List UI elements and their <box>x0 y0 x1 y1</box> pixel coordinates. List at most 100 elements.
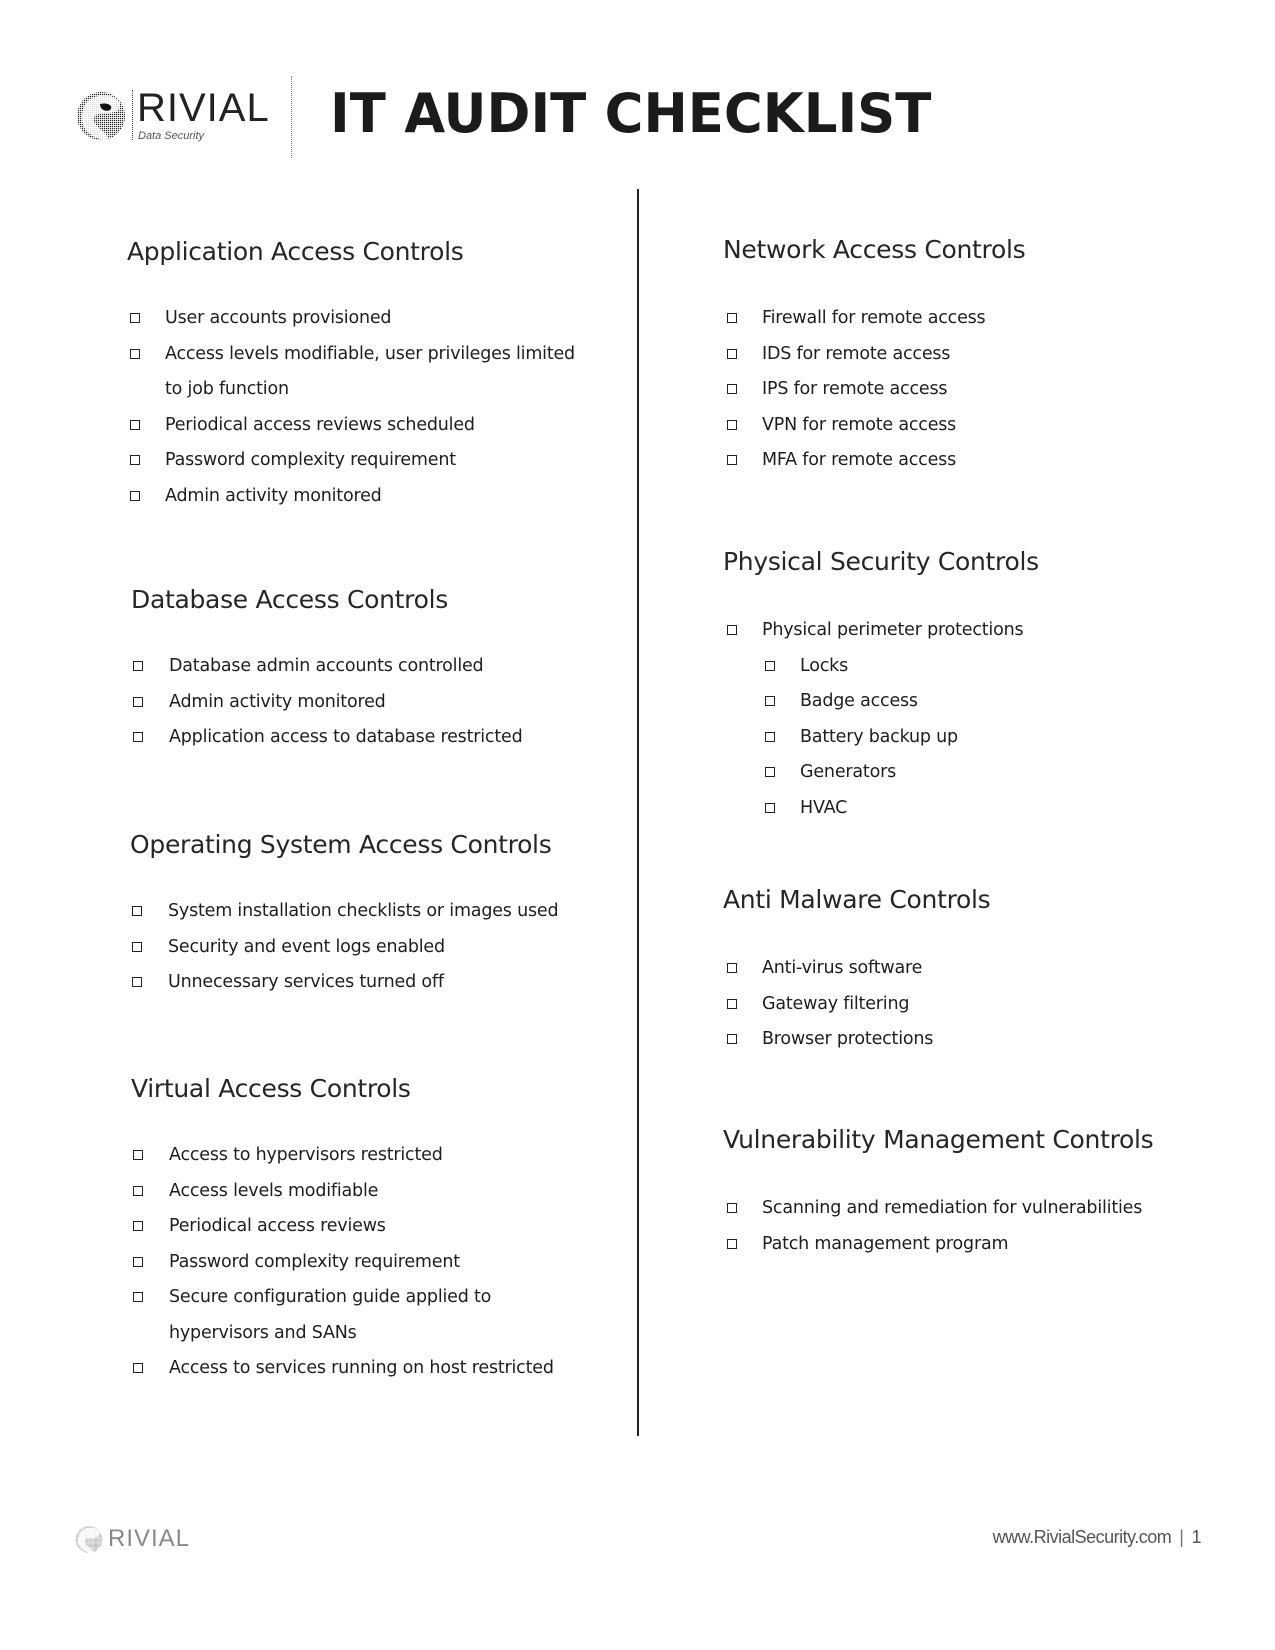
checkbox[interactable] <box>765 802 775 813</box>
checkbox[interactable] <box>727 1203 737 1213</box>
checklist-item-label: IPS for remote access <box>762 379 948 399</box>
checkbox[interactable] <box>765 731 775 742</box>
checkbox[interactable] <box>727 455 737 465</box>
checklist-item-label: Badge access <box>800 691 918 711</box>
section-heading: Application Access Controls <box>127 237 464 266</box>
checkbox[interactable] <box>130 348 140 359</box>
checkbox[interactable] <box>727 313 737 323</box>
section-heading: Virtual Access Controls <box>131 1074 411 1103</box>
checkbox[interactable] <box>727 1238 737 1249</box>
checkbox[interactable] <box>727 625 737 635</box>
checkbox[interactable] <box>727 419 737 430</box>
checklist-item-label: Password complexity requirement <box>169 1251 460 1272</box>
checklist-item-label: Patch management program <box>762 1233 1009 1254</box>
globe-swirl-icon <box>75 1526 103 1553</box>
logo-tagline: Data Security <box>138 130 205 142</box>
checkbox[interactable] <box>133 732 143 742</box>
section-application-access-controls: Application Access Controls User accounts… <box>127 237 587 514</box>
checklist-item: Gateway filtering <box>723 987 1203 1023</box>
checkbox[interactable] <box>133 1185 143 1196</box>
section-physical-security-controls: Physical Security Controls Physical perim… <box>723 547 1203 826</box>
section-heading: Physical Security Controls <box>723 547 1039 576</box>
checkbox[interactable] <box>130 455 140 465</box>
checklist-item-label: MFA for remote access <box>762 450 957 470</box>
section-heading: Vulnerability Management Controls <box>723 1125 1154 1154</box>
section-database-access-controls: Database Access Controls Database admin a… <box>131 585 591 756</box>
checklist-item-label: IDS for remote access <box>762 343 951 364</box>
checklist-item: Locks <box>723 649 1203 685</box>
checklist-item-label: Secure configuration guide applied to hy… <box>169 1287 492 1343</box>
checkbox[interactable] <box>132 906 142 916</box>
checklist-item: Generators <box>723 755 1203 791</box>
checkbox[interactable] <box>133 1150 143 1160</box>
checkbox[interactable] <box>130 490 140 501</box>
footer-separator: | <box>1179 1527 1184 1547</box>
checkbox[interactable] <box>133 661 143 671</box>
checklist-item: Password complexity requirement <box>127 443 587 479</box>
section-anti-malware-controls: Anti Malware Controls Anti-virus software… <box>723 885 1203 1058</box>
page-number: 1 <box>1191 1527 1201 1547</box>
checkbox[interactable] <box>727 998 737 1009</box>
checklist-item-label: Admin activity monitored <box>169 691 386 712</box>
checklist: Anti-virus software Gateway filtering Brow… <box>723 951 1203 1058</box>
checkbox[interactable] <box>727 348 737 359</box>
checklist-item: VPN for remote access <box>723 408 1203 444</box>
checkbox[interactable] <box>133 1292 143 1302</box>
checklist: Physical perimeter protections Locks Badge… <box>723 613 1203 826</box>
checklist-item-label: Locks <box>800 655 849 676</box>
checklist-item: Access to services running on host restr… <box>131 1351 591 1387</box>
checklist: Scanning and remediation for vulnerabili… <box>723 1191 1223 1262</box>
section-heading: Database Access Controls <box>131 585 448 614</box>
checkbox[interactable] <box>727 963 737 973</box>
checklist-item-label: Access to hypervisors restricted <box>169 1145 443 1165</box>
checklist-item: Application access to database restricte… <box>131 720 591 756</box>
checkbox[interactable] <box>727 1034 737 1044</box>
footer-logo: RIVIAL <box>74 1524 199 1554</box>
checkbox[interactable] <box>765 660 775 671</box>
checklist-item: Admin activity monitored <box>131 685 591 721</box>
checkbox[interactable] <box>765 767 775 777</box>
checklist-item: IDS for remote access <box>723 337 1203 373</box>
checklist-item-label: Generators <box>800 762 896 782</box>
checklist: Access to hypervisors restricted Access l… <box>131 1138 591 1387</box>
checklist-item-label: Periodical access reviews scheduled <box>165 414 475 435</box>
checklist-item: Secure configuration guide applied to hy… <box>131 1280 591 1351</box>
checklist-item: MFA for remote access <box>723 443 1203 479</box>
checkbox[interactable] <box>133 696 143 707</box>
footer-website-link[interactable]: www.RivialSecurity.com <box>993 1527 1172 1547</box>
checkbox[interactable] <box>133 1221 143 1231</box>
checklist-item: Security and event logs enabled <box>130 930 610 966</box>
checklist-item: Badge access <box>723 684 1203 720</box>
checklist-item-label: Access levels modifiable <box>169 1180 379 1201</box>
section-heading: Anti Malware Controls <box>723 885 991 914</box>
checklist-item-label: Unnecessary services turned off <box>168 972 444 992</box>
checkbox[interactable] <box>133 1363 143 1373</box>
checklist-item-label: Security and event logs enabled <box>168 936 445 957</box>
checklist-item: HVAC <box>723 791 1203 827</box>
checklist-item-label: Browser protections <box>762 1029 934 1049</box>
checkbox[interactable] <box>132 977 142 987</box>
checklist: Database admin accounts controlled Admin … <box>131 649 591 756</box>
checklist-item: Admin activity monitored <box>127 479 587 515</box>
rivial-logo: RIVIAL Data Security <box>74 86 269 146</box>
checklist-item-label: Physical perimeter protections <box>762 620 1024 640</box>
checklist-item-label: Password complexity requirement <box>165 450 456 470</box>
checkbox[interactable] <box>132 941 142 952</box>
checklist-item: Periodical access reviews <box>131 1209 591 1245</box>
checkbox[interactable] <box>130 419 140 430</box>
section-heading: Network Access Controls <box>723 235 1026 264</box>
checklist-item: Browser protections <box>723 1022 1203 1058</box>
section-heading: Operating System Access Controls <box>130 830 552 859</box>
checklist-item-label: Application access to database restricte… <box>169 727 523 747</box>
checkbox[interactable] <box>130 313 140 323</box>
checkbox[interactable] <box>765 696 775 706</box>
checklist-item: IPS for remote access <box>723 372 1203 408</box>
column-divider <box>637 189 639 1436</box>
checkbox[interactable] <box>727 384 737 394</box>
checklist-item-label: System installation checklists or images… <box>168 901 559 921</box>
checklist-item-label: Access levels modifiable, user privilege… <box>165 343 575 400</box>
checklist: User accounts provisioned Access levels m… <box>127 301 587 514</box>
checkbox[interactable] <box>133 1256 143 1267</box>
checklist-item-label: Firewall for remote access <box>762 308 986 328</box>
checklist-item-label: Gateway filtering <box>762 993 910 1014</box>
